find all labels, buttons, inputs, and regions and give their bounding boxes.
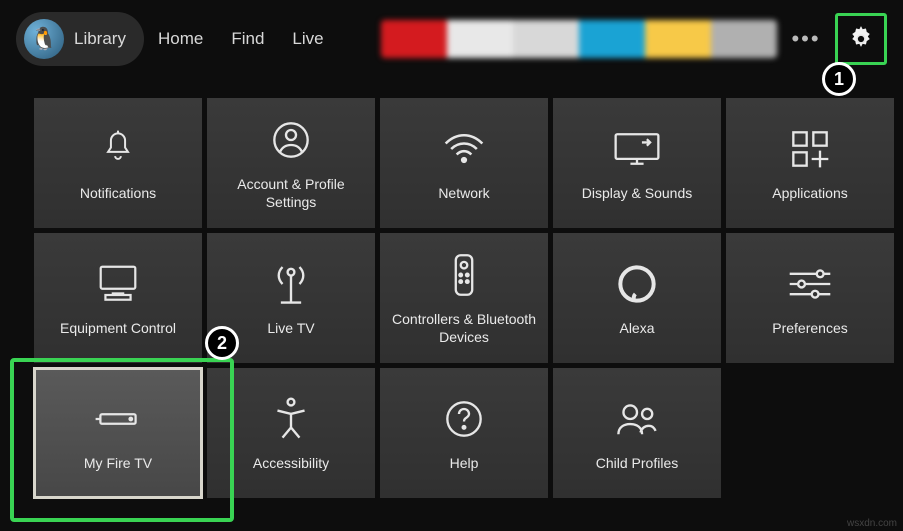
accessibility-icon: [273, 394, 309, 444]
sliders-icon: [788, 259, 832, 309]
profile-avatar: 🐧: [24, 19, 64, 59]
watermark: wsxdn.com: [847, 518, 897, 529]
tile-label: Help: [450, 454, 479, 472]
tile-label: Network: [438, 184, 489, 202]
equipment-icon: [96, 259, 140, 309]
tile-label: Controllers & Bluetooth Devices: [390, 310, 538, 346]
tile-preferences[interactable]: Preferences: [726, 233, 894, 363]
remote-icon: [452, 250, 476, 300]
gear-icon: [846, 24, 876, 54]
user-circle-icon: [271, 115, 311, 165]
nav-find[interactable]: Find: [231, 29, 264, 49]
annotation-step-2: 2: [205, 326, 239, 360]
tile-label: Child Profiles: [596, 454, 678, 472]
child-profiles-icon: [615, 394, 659, 444]
tile-applications[interactable]: Applications: [726, 98, 894, 228]
app-swatch[interactable]: [579, 20, 645, 58]
tile-help[interactable]: Help: [380, 368, 548, 498]
tile-label: Equipment Control: [60, 319, 176, 337]
tile-label: Live TV: [267, 319, 314, 337]
tile-alexa[interactable]: Alexa: [553, 233, 721, 363]
tile-notifications[interactable]: Notifications: [34, 98, 202, 228]
app-swatch[interactable]: [381, 20, 447, 58]
help-icon: [444, 394, 484, 444]
app-swatch[interactable]: [513, 20, 579, 58]
antenna-icon: [272, 259, 310, 309]
tile-label: Display & Sounds: [582, 184, 693, 202]
tile-label: My Fire TV: [84, 454, 152, 472]
more-icon: •••: [791, 26, 820, 52]
tile-account[interactable]: Account & Profile Settings: [207, 98, 375, 228]
tile-display[interactable]: Display & Sounds: [553, 98, 721, 228]
tile-label: Account & Profile Settings: [217, 175, 365, 211]
nav-links: Home Find Live: [158, 29, 324, 49]
top-bar: 🐧 Library Home Find Live •••: [0, 0, 903, 78]
bell-icon: [101, 124, 135, 174]
tile-label: Accessibility: [253, 454, 329, 472]
nav-home[interactable]: Home: [158, 29, 203, 49]
display-icon: [614, 124, 660, 174]
tile-controllers[interactable]: Controllers & Bluetooth Devices: [380, 233, 548, 363]
nav-live[interactable]: Live: [292, 29, 323, 49]
apps-icon: [790, 124, 830, 174]
annotation-step-1: 1: [822, 62, 856, 96]
tile-label: Alexa: [619, 319, 654, 337]
tile-equipment[interactable]: Equipment Control: [34, 233, 202, 363]
firetv-stick-icon: [94, 394, 142, 444]
nav-library[interactable]: Library: [74, 29, 126, 49]
tile-accessibility[interactable]: Accessibility: [207, 368, 375, 498]
tile-label: Notifications: [80, 184, 156, 202]
tile-network[interactable]: Network: [380, 98, 548, 228]
settings-highlight: [835, 13, 887, 65]
wifi-icon: [442, 124, 486, 174]
app-swatch[interactable]: [645, 20, 711, 58]
tile-myfiretv[interactable]: My Fire TV: [34, 368, 202, 498]
settings-grid: Notifications Account & Profile Settings…: [0, 98, 903, 498]
app-strip[interactable]: [381, 20, 777, 58]
alexa-icon: [617, 259, 657, 309]
settings-button[interactable]: [840, 18, 882, 60]
app-swatch[interactable]: [711, 20, 777, 58]
tile-label: Applications: [772, 184, 848, 202]
tile-label: Preferences: [772, 319, 847, 337]
app-swatch[interactable]: [447, 20, 513, 58]
tile-child[interactable]: Child Profiles: [553, 368, 721, 498]
profile-pill[interactable]: 🐧 Library: [16, 12, 144, 66]
more-button[interactable]: •••: [785, 18, 827, 60]
